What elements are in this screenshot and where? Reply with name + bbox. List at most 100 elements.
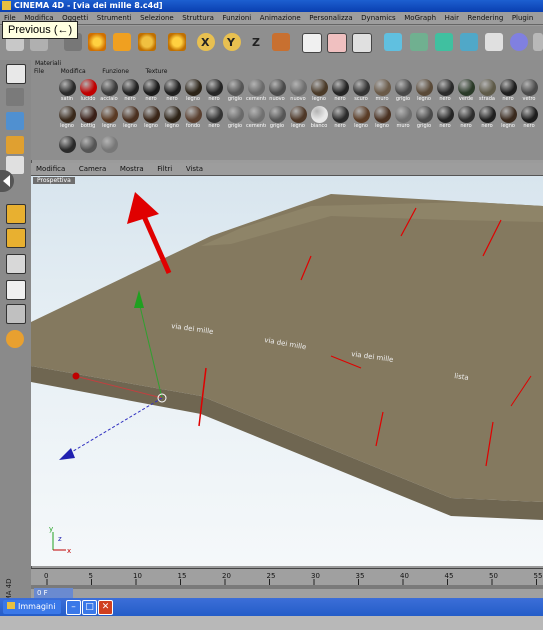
material-swatch[interactable]: nero (498, 78, 518, 102)
material-swatch[interactable]: legno (351, 105, 371, 129)
timeline-track[interactable] (31, 585, 543, 589)
material-swatch[interactable] (78, 135, 98, 155)
material-swatch[interactable]: legno (141, 105, 161, 129)
material-swatch[interactable]: legno (120, 105, 140, 129)
timeline-ruler[interactable]: 0 5 10 15 20 25 30 35 40 45 50 55 (31, 569, 543, 599)
material-menu-file[interactable]: File (34, 68, 44, 75)
material-swatch[interactable]: legno (162, 105, 182, 129)
material-menu-funzione[interactable]: Funzione (102, 68, 129, 75)
material-swatch[interactable]: legno (288, 105, 308, 129)
close-button[interactable]: ✕ (98, 600, 113, 615)
render-view-icon[interactable] (302, 33, 322, 53)
material-swatch[interactable]: legno (372, 105, 392, 129)
material-swatch[interactable]: strada (477, 78, 497, 102)
material-swatch[interactable]: nero (435, 78, 455, 102)
sculpt-icon[interactable] (6, 330, 24, 348)
z-axis-arrow-icon[interactable] (59, 448, 75, 460)
use-edges-icon[interactable] (6, 136, 24, 154)
menu-plugin[interactable]: Plugin (512, 14, 533, 22)
menu-hair[interactable]: Hair (445, 14, 459, 22)
material-swatch[interactable]: muro (393, 105, 413, 129)
material-swatch[interactable]: acciaio (99, 78, 119, 102)
use-object-icon[interactable] (6, 88, 24, 106)
material-menu-texture[interactable]: Texture (145, 68, 167, 75)
perspective-viewport[interactable]: via dei mille via dei mille via dei mill… (31, 176, 543, 566)
material-swatch[interactable]: legno (57, 105, 77, 129)
world-coordinate-icon[interactable] (272, 33, 290, 51)
spline-icon[interactable] (410, 33, 428, 51)
viewport-menu-mostra[interactable]: Mostra (120, 165, 144, 173)
x-axis-arrow-icon[interactable] (72, 372, 80, 380)
material-swatch[interactable]: grigio (414, 105, 434, 129)
menu-personalizza[interactable]: Personalizza (309, 14, 352, 22)
material-menu-modifica[interactable]: Modifica (61, 68, 86, 75)
menu-funzioni[interactable]: Funzioni (222, 14, 251, 22)
scene-icon[interactable] (510, 33, 528, 51)
bodypaint-icon[interactable] (6, 304, 26, 324)
render-settings-icon[interactable] (352, 33, 372, 53)
layout-icon[interactable] (6, 204, 26, 224)
checker-icon[interactable] (6, 280, 26, 300)
material-swatch[interactable]: muro (372, 78, 392, 102)
material-swatch[interactable]: legno (183, 78, 203, 102)
material-swatch[interactable]: grigio (225, 105, 245, 129)
material-swatch[interactable]: grigio (393, 78, 413, 102)
material-swatch[interactable]: bottig (78, 105, 98, 129)
menu-selezione[interactable]: Selezione (140, 14, 174, 22)
material-swatch[interactable]: scuro (351, 78, 371, 102)
use-model-icon[interactable] (6, 64, 26, 84)
material-swatch[interactable]: bianco (309, 105, 329, 129)
material-swatch[interactable] (99, 135, 119, 155)
menu-animazione[interactable]: Animazione (260, 14, 301, 22)
material-swatch[interactable]: nero (456, 105, 476, 129)
material-swatch[interactable]: lucido (78, 78, 98, 102)
current-frame-field[interactable]: 0 F (34, 588, 73, 598)
material-swatch[interactable]: nero (141, 78, 161, 102)
cube-icon[interactable] (384, 33, 402, 51)
use-points-icon[interactable] (6, 112, 24, 130)
nurbs-icon[interactable] (435, 33, 453, 51)
y-axis-icon[interactable]: Y (223, 33, 241, 51)
grid-icon[interactable] (6, 228, 26, 248)
material-swatch[interactable]: nuovo (267, 78, 287, 102)
material-swatch[interactable]: legno (414, 78, 434, 102)
move-icon[interactable] (88, 33, 106, 51)
material-swatch[interactable]: verde (456, 78, 476, 102)
viewport-menu-modifica[interactable]: Modifica (36, 165, 65, 173)
z-axis-handle[interactable] (64, 397, 163, 457)
material-swatch[interactable]: nero (330, 105, 350, 129)
menu-strumenti[interactable]: Strumenti (97, 14, 132, 22)
menu-rendering[interactable]: Rendering (468, 14, 504, 22)
viewport-menu-camera[interactable]: Camera (79, 165, 106, 173)
material-swatch[interactable]: vetro (519, 78, 539, 102)
coordinate-icon[interactable] (168, 33, 186, 51)
menu-struttura[interactable]: Struttura (182, 14, 214, 22)
material-swatch[interactable]: cemento (246, 78, 266, 102)
material-swatch[interactable]: fondo (183, 105, 203, 129)
viewport-menu-filtri[interactable]: Filtri (157, 165, 172, 173)
deformer-icon[interactable] (485, 33, 503, 51)
material-swatch[interactable]: nero (162, 78, 182, 102)
material-swatch[interactable]: nero (330, 78, 350, 102)
material-swatch[interactable]: grigio (225, 78, 245, 102)
array-icon[interactable] (460, 33, 478, 51)
material-swatch[interactable]: nuovo (288, 78, 308, 102)
restore-button[interactable]: □ (82, 600, 97, 615)
x-axis-icon[interactable]: X (197, 33, 215, 51)
z-axis-icon[interactable]: Z (248, 33, 266, 51)
material-swatch[interactable]: grigio (267, 105, 287, 129)
menu-dynamics[interactable]: Dynamics (361, 14, 396, 22)
material-swatch[interactable]: legno (498, 105, 518, 129)
material-swatch[interactable]: nero (120, 78, 140, 102)
material-swatch[interactable] (57, 135, 77, 155)
material-swatch[interactable]: legno (99, 105, 119, 129)
timeline[interactable]: 0 5 10 15 20 25 30 35 40 45 50 55 (31, 568, 543, 599)
material-swatch[interactable]: nero (477, 105, 497, 129)
material-swatch[interactable]: nero (204, 105, 224, 129)
paint-icon[interactable] (6, 254, 26, 274)
material-swatch[interactable]: legno (309, 78, 329, 102)
rotate-icon[interactable] (138, 33, 156, 51)
taskbar-item[interactable]: Immagini (3, 600, 61, 614)
material-swatch[interactable]: satin (57, 78, 77, 102)
material-swatch[interactable]: nero (204, 78, 224, 102)
